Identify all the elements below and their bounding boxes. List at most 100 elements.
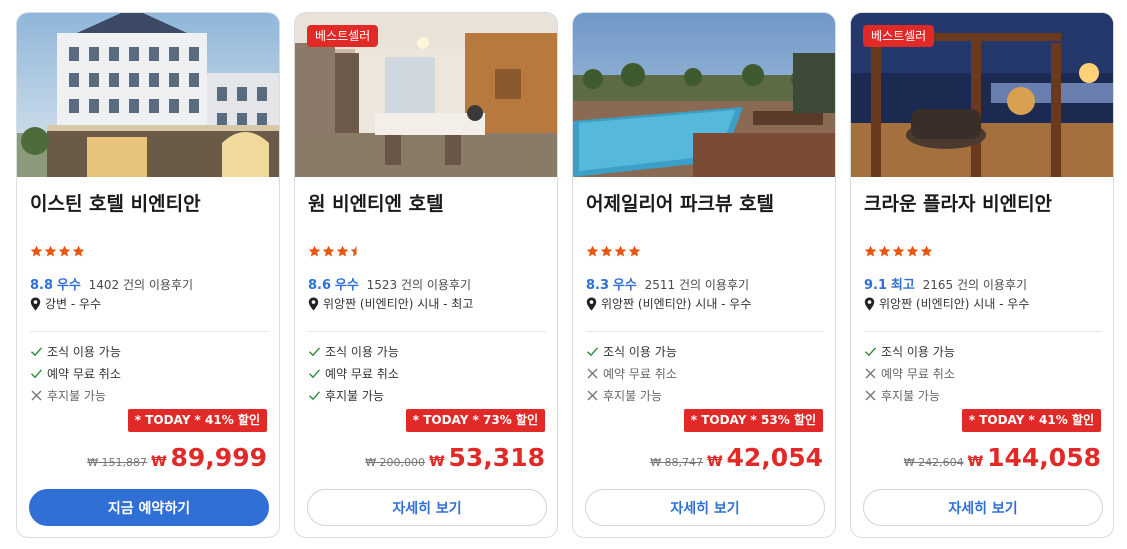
- divider: [586, 331, 824, 332]
- check-icon: [31, 347, 43, 357]
- feature-label: 후지불 가능: [47, 389, 107, 403]
- feature-free-cancel: 예약 무료 취소: [586, 365, 677, 382]
- review-score: 8.3: [586, 278, 610, 293]
- feature-breakfast: 조식 이용 가능: [864, 343, 955, 360]
- check-icon: [587, 347, 599, 357]
- star-icon: [864, 245, 877, 257]
- review-count: 1523 건의 이용후기: [366, 278, 472, 292]
- location-text: 위앙짠 (비엔티안) 시내 - 우수: [879, 297, 1030, 311]
- feature-label: 조식 이용 가능: [603, 345, 677, 359]
- feature-label: 예약 무료 취소: [603, 367, 677, 381]
- hotel-card[interactable]: 베스트셀러 원 비엔티엔 호텔 8.6 우수 1523 건의 이용후기 위앙짠 …: [294, 12, 558, 538]
- discount-badge: * TODAY * 73% 할인: [405, 409, 545, 432]
- current-price: 144,058: [987, 443, 1101, 472]
- cross-icon: [587, 368, 598, 379]
- star-icon: [72, 245, 85, 257]
- hotel-name[interactable]: 크라운 플라자 비엔티안: [864, 189, 1104, 216]
- hotel-name[interactable]: 이스틴 호텔 비엔티안: [30, 189, 270, 216]
- star-icon: [322, 245, 335, 257]
- hotel-photo[interactable]: [17, 13, 279, 177]
- divider: [308, 331, 546, 332]
- star-icon: [308, 245, 321, 257]
- price-block: ₩ 151,887 ₩ 89,999: [87, 443, 267, 472]
- hotel-card-list: 이스틴 호텔 비엔티안 8.8 우수 1402 건의 이용후기 강변 - 우수 …: [16, 12, 1116, 538]
- original-price: ₩ 242,604: [903, 456, 964, 469]
- feature-label: 후지불 가능: [603, 389, 663, 403]
- review-rating: 8.3 우수 2511 건의 이용후기: [586, 274, 749, 293]
- current-price: 89,999: [170, 443, 267, 472]
- hotel-card[interactable]: 베스트셀러 크라운 플라자 비엔티안 9.1 최고 2165 건의 이용후기 위…: [850, 12, 1114, 538]
- hotel-location: 위앙짠 (비엔티안) 시내 - 최고: [308, 295, 473, 312]
- feature-label: 후지불 가능: [325, 389, 385, 403]
- discount-badge: * TODAY * 53% 할인: [683, 409, 823, 432]
- review-score: 9.1: [864, 278, 888, 293]
- star-icon: [58, 245, 71, 257]
- star-rating: [308, 245, 363, 259]
- cross-icon: [587, 390, 598, 401]
- current-price: 53,318: [448, 443, 545, 472]
- feature-pay-later: 후지불 가능: [586, 387, 662, 404]
- star-icon: [906, 245, 919, 257]
- location-text: 위앙짠 (비엔티안) 시내 - 우수: [601, 297, 752, 311]
- review-rating: 8.6 우수 1523 건의 이용후기: [308, 274, 471, 293]
- book-now-button[interactable]: 지금 예약하기: [29, 489, 269, 526]
- location-text: 강변 - 우수: [45, 297, 102, 311]
- bestseller-badge: 베스트셀러: [307, 25, 379, 47]
- star-half-icon: [350, 245, 357, 257]
- hotel-name[interactable]: 원 비엔티엔 호텔: [308, 189, 548, 216]
- hotel-location: 위앙짠 (비엔티안) 시내 - 우수: [586, 295, 751, 312]
- star-icon: [586, 245, 599, 257]
- currency-symbol: ₩: [967, 454, 984, 470]
- feature-label: 예약 무료 취소: [47, 367, 121, 381]
- view-details-button[interactable]: 자세히 보기: [863, 489, 1103, 526]
- discount-badge: * TODAY * 41% 할인: [961, 409, 1101, 432]
- star-icon: [878, 245, 891, 257]
- check-icon: [865, 347, 877, 357]
- feature-free-cancel: 예약 무료 취소: [864, 365, 955, 382]
- feature-label: 예약 무료 취소: [881, 367, 955, 381]
- original-price: ₩ 200,000: [365, 456, 426, 469]
- feature-label: 후지불 가능: [881, 389, 941, 403]
- location-pin-icon: [864, 297, 875, 310]
- currency-symbol: ₩: [429, 454, 445, 470]
- star-icon: [600, 245, 613, 257]
- star-icon: [614, 245, 627, 257]
- check-icon: [309, 347, 321, 357]
- review-score-word: 최고: [890, 278, 915, 293]
- hotel-card[interactable]: 이스틴 호텔 비엔티안 8.8 우수 1402 건의 이용후기 강변 - 우수 …: [16, 12, 280, 538]
- view-details-button[interactable]: 자세히 보기: [307, 489, 547, 526]
- review-score-word: 우수: [612, 278, 637, 293]
- location-pin-icon: [30, 297, 41, 310]
- feature-label: 조식 이용 가능: [325, 345, 399, 359]
- view-details-button[interactable]: 자세히 보기: [585, 489, 825, 526]
- review-rating: 8.8 우수 1402 건의 이용후기: [30, 274, 193, 293]
- star-icon: [44, 245, 57, 257]
- review-count: 2511 건의 이용후기: [644, 278, 750, 292]
- cross-icon: [31, 390, 42, 401]
- divider: [864, 331, 1102, 332]
- feature-label: 조식 이용 가능: [47, 345, 121, 359]
- bestseller-badge: 베스트셀러: [863, 25, 935, 47]
- star-icon: [628, 245, 641, 257]
- price-block: ₩ 88,747 ₩ 42,054: [650, 443, 823, 472]
- original-price: ₩ 88,747: [650, 456, 704, 469]
- feature-label: 예약 무료 취소: [325, 367, 399, 381]
- review-rating: 9.1 최고 2165 건의 이용후기: [864, 274, 1027, 293]
- star-rating: [864, 245, 933, 259]
- check-icon: [309, 391, 321, 401]
- hotel-photo[interactable]: 베스트셀러: [295, 13, 557, 177]
- original-price: ₩ 151,887: [87, 456, 148, 469]
- hotel-location: 강변 - 우수: [30, 295, 101, 312]
- hotel-photo[interactable]: [573, 13, 835, 177]
- location-pin-icon: [586, 297, 597, 310]
- star-icon: [336, 245, 349, 257]
- currency-symbol: ₩: [151, 454, 167, 470]
- hotel-name[interactable]: 어제일리어 파크뷰 호텔: [586, 189, 826, 216]
- location-pin-icon: [308, 297, 319, 310]
- hotel-photo[interactable]: 베스트셀러: [851, 13, 1113, 177]
- star-icon: [892, 245, 905, 257]
- hotel-card[interactable]: 어제일리어 파크뷰 호텔 8.3 우수 2511 건의 이용후기 위앙짠 (비엔…: [572, 12, 836, 538]
- check-icon: [309, 369, 321, 379]
- divider: [30, 331, 268, 332]
- review-score: 8.6: [308, 278, 332, 293]
